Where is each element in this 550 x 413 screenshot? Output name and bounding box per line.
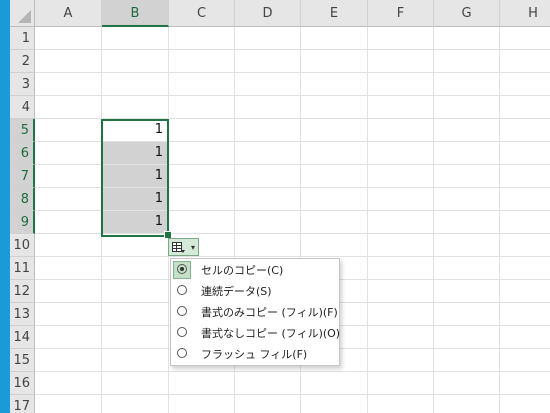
column-header-a[interactable]: A [35,0,102,27]
autofill-options-icon [172,242,185,253]
row-header-3[interactable]: 3 [10,73,35,96]
gridline [433,27,434,413]
row-header-9[interactable]: 9 [10,211,35,234]
row-header-8[interactable]: 8 [10,188,35,211]
row-header-14[interactable]: 14 [10,326,35,349]
menu-item-fill-formatting-only[interactable]: 書式のみコピー (フィル)(F) [171,302,339,323]
gridline [499,27,500,413]
row-header-15[interactable]: 15 [10,349,35,372]
menu-item-flash-fill[interactable]: フラッシュ フィル(F) [171,344,339,365]
radio-icon [177,285,187,295]
row-header-11[interactable]: 11 [10,257,35,280]
menu-item-copy-cells[interactable]: セルのコピー(C) [171,260,339,281]
column-header-d[interactable]: D [235,0,301,27]
row-header-13[interactable]: 13 [10,303,35,326]
gridline [35,256,550,257]
column-header-b[interactable]: B [102,0,169,27]
gridline [367,27,368,413]
row-header-4[interactable]: 4 [10,96,35,119]
row-header-17[interactable]: 17 [10,395,35,413]
select-all-corner[interactable] [10,0,35,27]
column-header-e[interactable]: E [301,0,368,27]
chevron-down-icon: ▾ [190,243,195,252]
radio-icon [177,306,187,316]
select-all-triangle-icon [18,10,31,23]
row-header-7[interactable]: 7 [10,165,35,188]
spreadsheet-grid[interactable]: A B C D E F G H 1 2 3 4 5 6 7 8 9 10 11 … [10,0,550,413]
gridline [35,72,550,73]
column-header-c[interactable]: C [169,0,235,27]
row-header-1[interactable]: 1 [10,27,35,50]
gridline [35,394,550,395]
selection-border [101,119,169,237]
row-header-16[interactable]: 16 [10,372,35,395]
column-header-g[interactable]: G [434,0,500,27]
row-header-10[interactable]: 10 [10,234,35,257]
row-header-2[interactable]: 2 [10,50,35,73]
column-header-h[interactable]: H [500,0,550,27]
menu-item-fill-without-formatting[interactable]: 書式なしコピー (フィル)(O) [171,323,341,344]
gridline [35,371,550,372]
radio-icon [177,348,187,358]
menu-item-label: 書式のみコピー (フィル)(F) [201,306,338,319]
window-edge-accent [0,0,10,413]
row-header-6[interactable]: 6 [10,142,35,165]
auto-fill-options-menu: セルのコピー(C) 連続データ(S) 書式のみコピー (フィル)(F) 書式なし… [170,258,340,366]
menu-item-label: 書式なしコピー (フィル)(O) [201,327,341,340]
radio-icon [177,327,187,337]
menu-item-label: セルのコピー(C) [201,264,284,277]
row-header-12[interactable]: 12 [10,280,35,303]
row-header-5[interactable]: 5 [10,119,35,142]
menu-item-label: フラッシュ フィル(F) [201,348,308,361]
menu-item-label: 連続データ(S) [201,285,272,298]
radio-selected-icon [177,264,187,274]
auto-fill-options-button[interactable]: ▾ [168,238,199,256]
gridline [35,95,550,96]
gridline [35,49,550,50]
menu-item-fill-series[interactable]: 連続データ(S) [171,281,339,302]
column-header-f[interactable]: F [368,0,434,27]
